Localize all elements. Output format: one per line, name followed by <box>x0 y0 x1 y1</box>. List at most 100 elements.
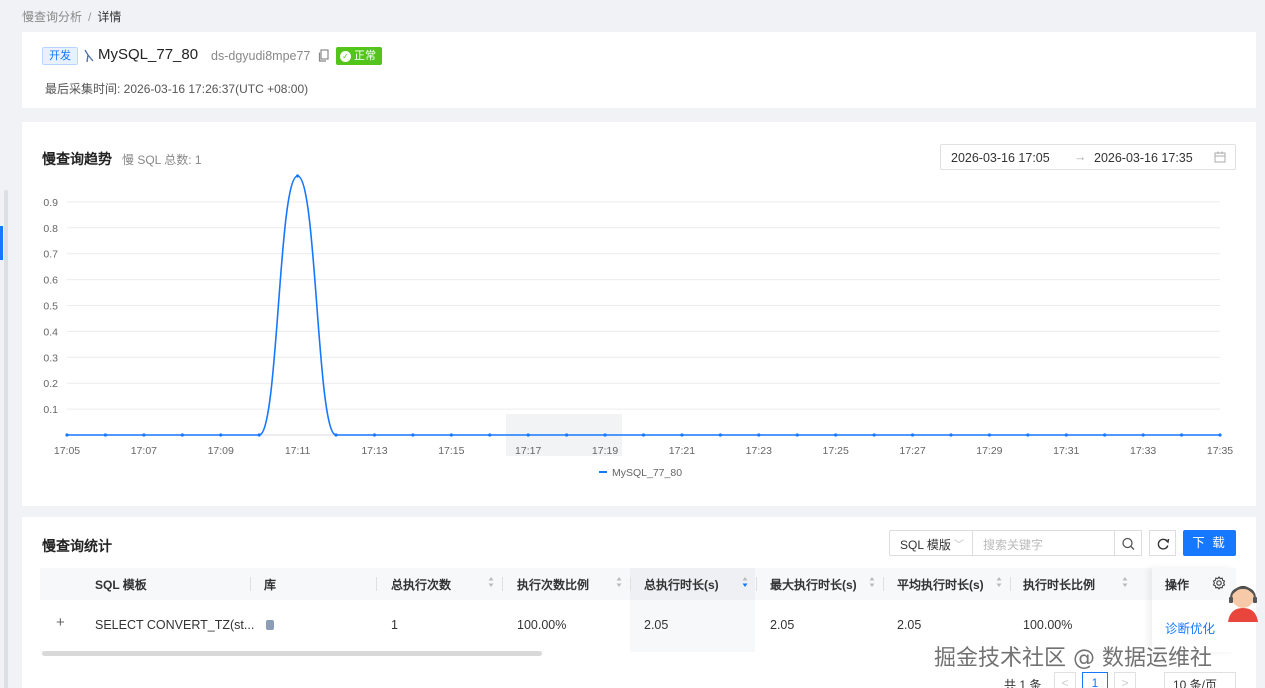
data-point[interactable] <box>872 433 876 437</box>
database-icon <box>266 620 274 630</box>
data-point[interactable] <box>1141 433 1145 437</box>
table-title: 慢查询统计 <box>42 538 112 554</box>
instance-name: MySQL_77_80 <box>98 46 199 63</box>
data-point[interactable] <box>488 433 492 437</box>
sort-desc-icon[interactable] <box>742 576 748 588</box>
row-expand-button[interactable]: + <box>56 614 65 631</box>
download-button[interactable]: 下 载 <box>1183 530 1236 556</box>
watermark: 掘金技术社区 @ 数据运维社 <box>934 646 1212 671</box>
data-point[interactable] <box>718 433 722 437</box>
data-point[interactable] <box>180 433 184 437</box>
sort-icon[interactable] <box>1122 576 1128 588</box>
x-tick-label: 17:31 <box>1053 445 1079 457</box>
cell-total-time: 2.05 <box>644 618 669 632</box>
col-total-time[interactable]: 总执行时长(s) <box>644 576 719 593</box>
page-scrollbar[interactable] <box>4 190 8 688</box>
breadcrumb-parent[interactable]: 慢查询分析 <box>22 10 82 24</box>
data-point[interactable] <box>834 433 838 437</box>
check-circle-icon: ✓ <box>340 50 351 62</box>
refresh-button[interactable] <box>1149 530 1176 556</box>
page-1-button[interactable]: 1 <box>1082 672 1108 688</box>
cell-count-ratio: 100.00% <box>517 618 567 632</box>
slow-query-trend-chart[interactable]: 0.1 0.2 0.3 0.4 0.5 0.6 0.7 0.8 0.9 17:05 17:07 17:… <box>22 162 1256 492</box>
diagnose-optimize-link[interactable]: 诊断优化 <box>1165 618 1215 637</box>
active-marker <box>0 226 3 260</box>
cell-time-ratio: 100.00% <box>1023 618 1073 632</box>
col-divider <box>1010 577 1011 591</box>
search-icon <box>1122 537 1135 550</box>
breadcrumb-separator: / <box>88 10 92 24</box>
data-point[interactable] <box>1064 433 1068 437</box>
y-tick-label: 0.1 <box>43 404 58 416</box>
data-point[interactable] <box>411 433 415 437</box>
col-avg-time[interactable]: 平均执行时长(s) <box>897 576 984 593</box>
data-point[interactable] <box>103 433 108 437</box>
next-page-button[interactable]: > <box>1114 672 1136 688</box>
data-point[interactable] <box>219 433 223 437</box>
col-count-ratio[interactable]: 执行次数比例 <box>517 576 589 593</box>
search-button[interactable] <box>1115 530 1142 556</box>
legend-label[interactable]: MySQL_77_80 <box>612 467 682 479</box>
data-point[interactable] <box>795 433 799 437</box>
data-point[interactable] <box>987 433 992 437</box>
data-point[interactable] <box>65 433 69 437</box>
sql-template-select[interactable]: SQL 模版 ﹀ <box>889 530 973 556</box>
y-tick-label: 0.8 <box>43 223 58 235</box>
y-tick-label: 0.7 <box>43 249 58 261</box>
data-point[interactable] <box>1026 433 1030 437</box>
col-divider <box>502 577 503 591</box>
data-point[interactable] <box>565 433 569 437</box>
col-database: 库 <box>264 578 277 592</box>
y-tick-label: 0.5 <box>43 301 58 313</box>
x-tick-label: 17:13 <box>361 445 387 457</box>
data-point[interactable] <box>680 433 684 437</box>
data-point[interactable] <box>142 433 146 437</box>
col-total-count[interactable]: 总执行次数 <box>391 576 451 593</box>
data-point[interactable] <box>449 433 453 437</box>
x-tick-label: 17:17 <box>515 445 541 457</box>
data-point[interactable] <box>757 433 761 437</box>
operations-title: 操作 <box>1165 578 1190 592</box>
col-divider <box>756 577 757 591</box>
data-point[interactable] <box>949 433 953 437</box>
data-point[interactable] <box>603 433 607 437</box>
status-badge: ✓ 正常 <box>336 47 382 65</box>
col-time-ratio[interactable]: 执行时长比例 <box>1023 576 1095 593</box>
prev-page-button[interactable]: < <box>1054 672 1076 688</box>
support-avatar-icon[interactable] <box>1226 582 1260 622</box>
search-input[interactable]: 搜索关键字 <box>973 530 1115 556</box>
cell-sql-template[interactable]: SELECT CONVERT_TZ(st... <box>95 618 254 632</box>
x-tick-label: 17:05 <box>54 445 80 457</box>
sort-icon[interactable] <box>996 576 1002 588</box>
y-tick-label: 0.4 <box>43 326 58 338</box>
data-point[interactable] <box>1179 433 1184 437</box>
sort-icon[interactable] <box>616 576 622 588</box>
col-divider <box>883 577 884 591</box>
gear-icon[interactable] <box>1212 576 1226 590</box>
cell-avg-time: 2.05 <box>897 618 922 632</box>
sort-icon[interactable] <box>869 576 875 588</box>
data-point[interactable] <box>1103 433 1107 437</box>
data-point[interactable] <box>641 433 646 437</box>
x-tick-label: 17:19 <box>592 445 618 457</box>
x-tick-label: 17:35 <box>1207 445 1233 457</box>
page-size-select[interactable]: 10 条/页 <box>1164 672 1236 688</box>
last-collect-time: 最后采集时间: 2026-03-16 17:26:37(UTC +08:00) <box>45 82 309 96</box>
x-tick-label: 17:33 <box>1130 445 1156 457</box>
data-point[interactable] <box>910 433 915 437</box>
chevron-down-icon: ﹀ <box>954 540 964 551</box>
horizontal-scrollbar[interactable] <box>42 651 542 656</box>
data-point[interactable] <box>257 433 261 437</box>
data-point[interactable] <box>526 433 530 437</box>
data-point[interactable] <box>334 433 338 437</box>
y-tick-label: 0.3 <box>43 352 58 364</box>
data-point[interactable] <box>1218 433 1222 437</box>
col-max-time[interactable]: 最大执行时长(s) <box>770 576 857 593</box>
y-tick-label: 0.2 <box>43 378 58 390</box>
data-point[interactable] <box>372 433 377 437</box>
data-point[interactable] <box>296 174 300 178</box>
mysql-icon <box>84 49 94 63</box>
copy-icon[interactable] <box>318 49 330 62</box>
sort-icon[interactable] <box>488 576 494 588</box>
y-tick-label: 0.6 <box>43 275 58 287</box>
